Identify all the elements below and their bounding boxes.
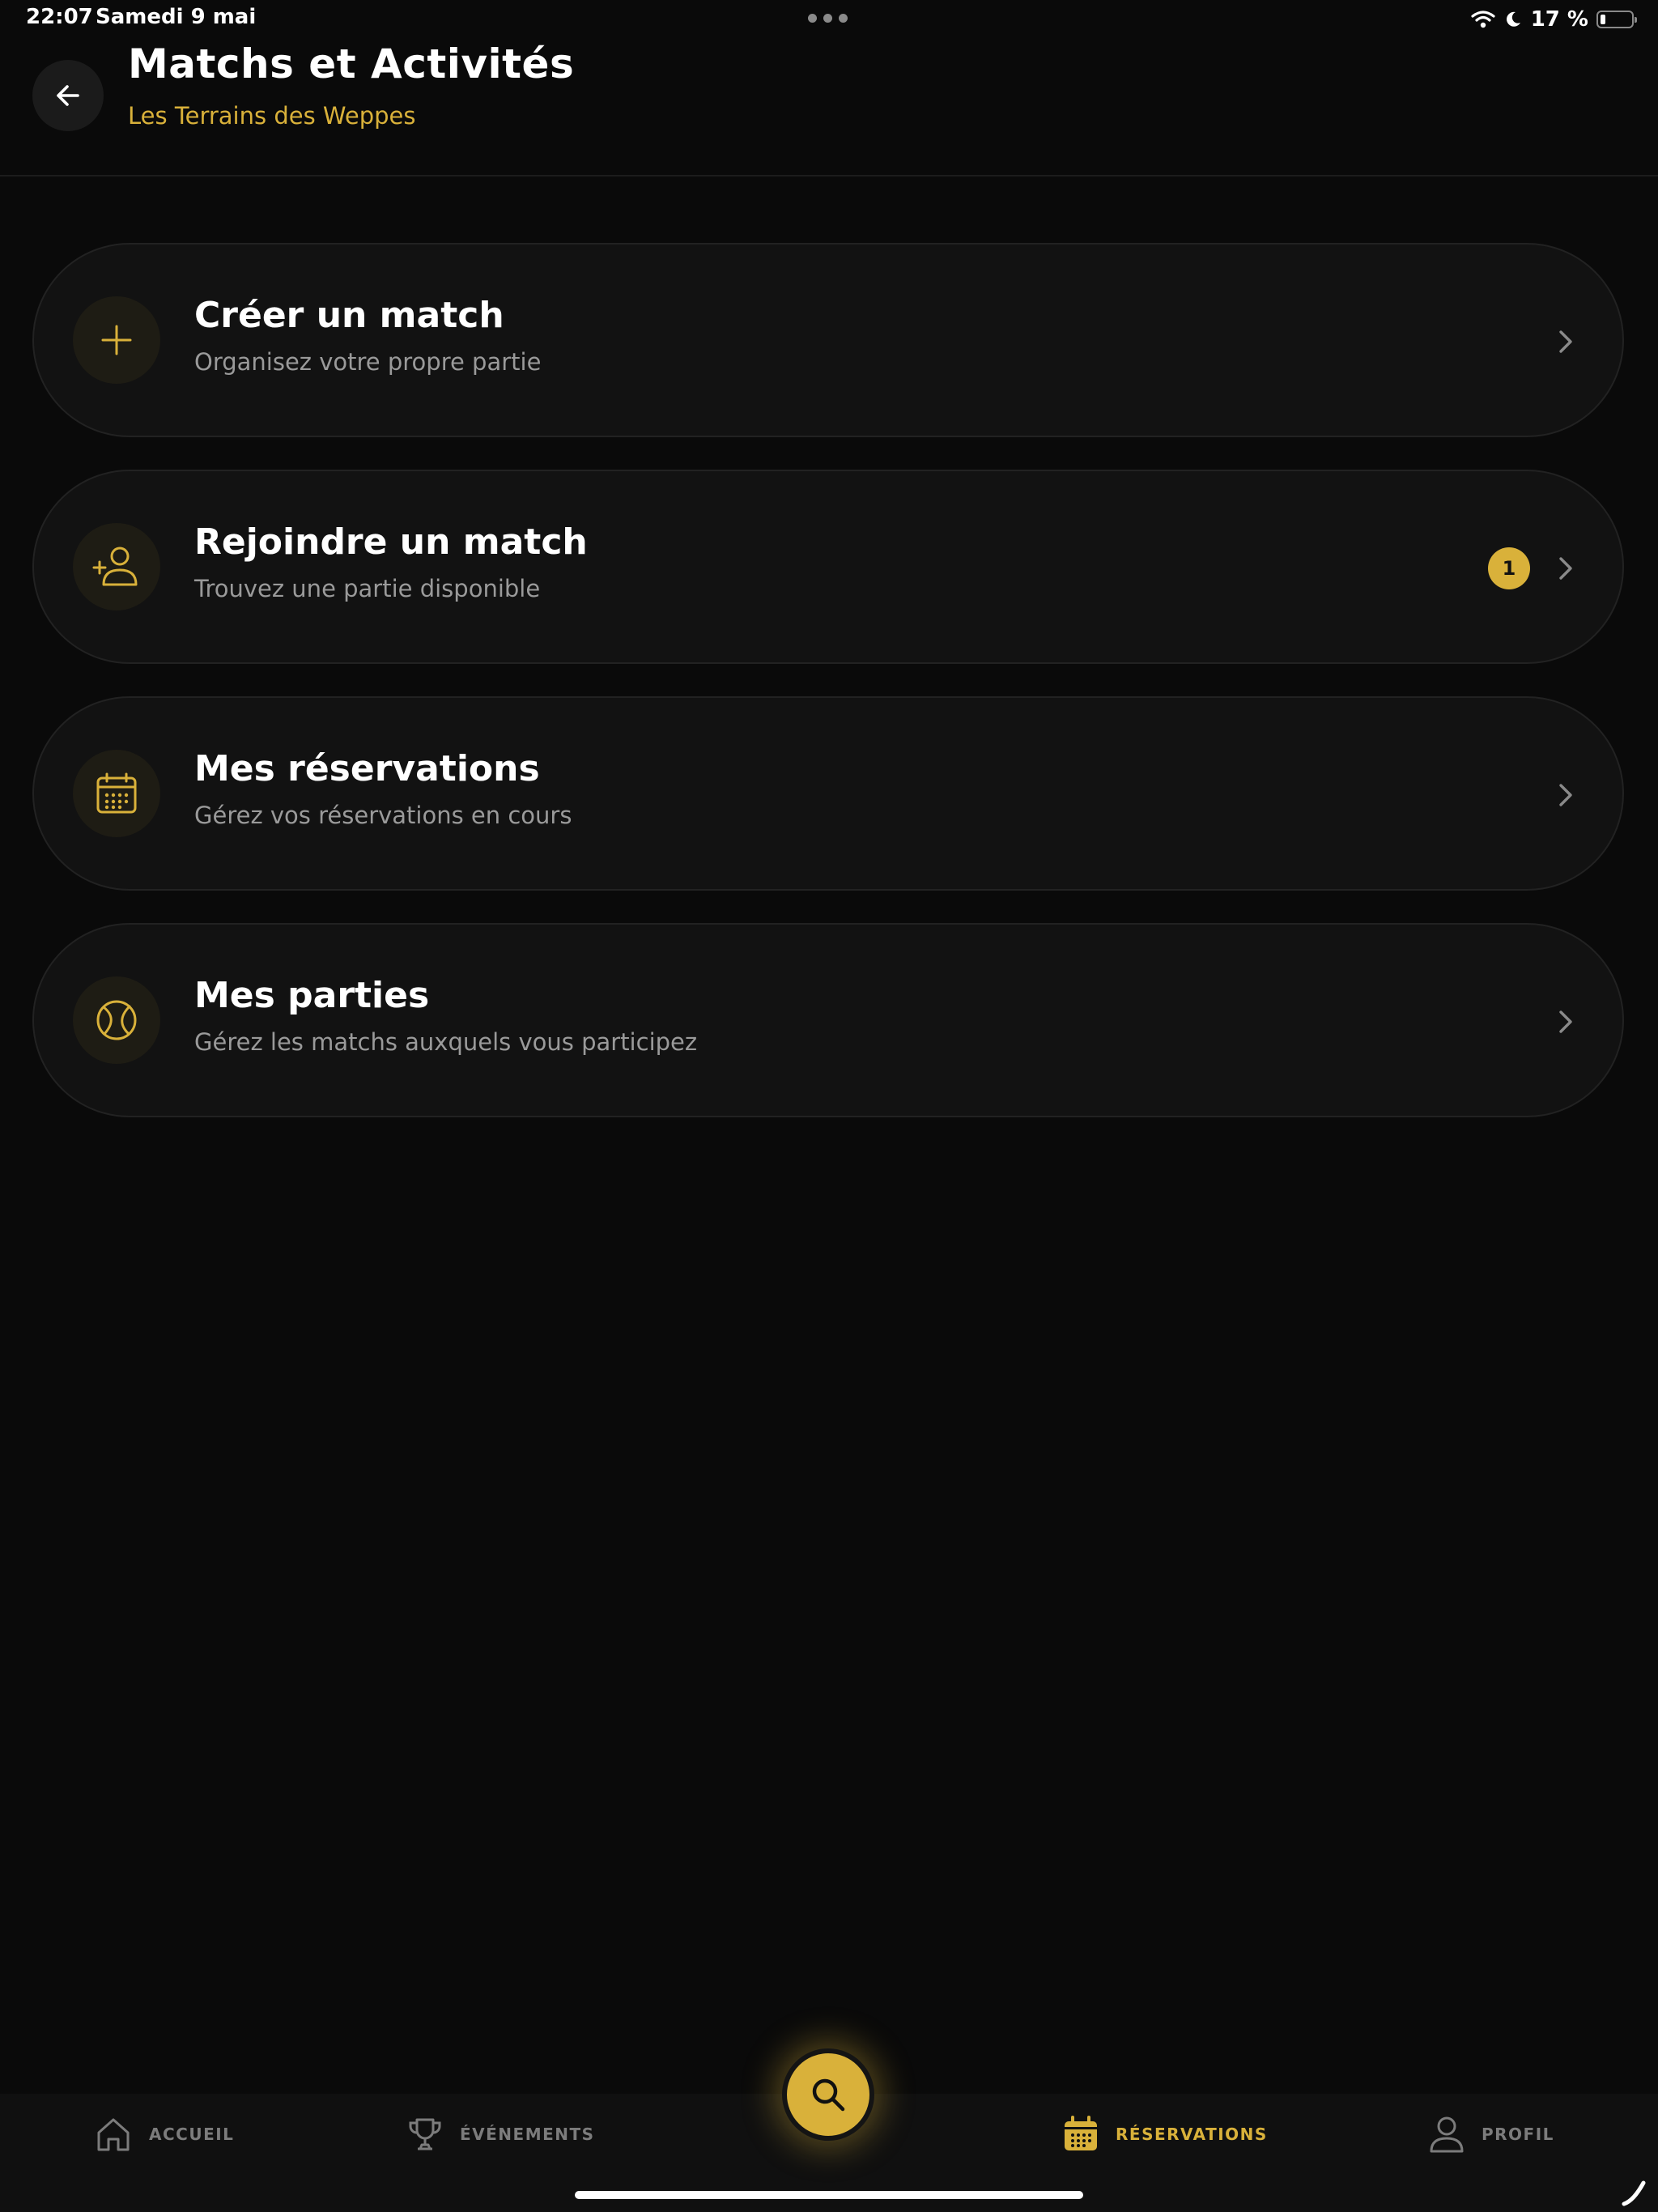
nav-label: PROFIL bbox=[1482, 2125, 1554, 2144]
back-button[interactable] bbox=[32, 60, 104, 131]
battery-icon bbox=[1596, 11, 1637, 28]
card-description: Gérez les matchs auxquels vous participe… bbox=[194, 1028, 698, 1056]
create-match-card[interactable]: Créer un match Organisez votre propre pa… bbox=[32, 243, 1624, 437]
chevron-right-icon bbox=[1550, 325, 1582, 358]
moon-icon bbox=[1506, 11, 1520, 27]
status-indicators: 17 % bbox=[1471, 6, 1637, 32]
card-icon-circle bbox=[73, 750, 160, 837]
arrow-left-icon bbox=[57, 85, 79, 106]
chevron-right-icon bbox=[1550, 779, 1582, 811]
nav-label: ACCUEIL bbox=[149, 2125, 235, 2144]
nav-label: ÉVÉNEMENTS bbox=[460, 2125, 595, 2144]
nav-label: RÉSERVATIONS bbox=[1116, 2125, 1268, 2144]
nav-item-reservations[interactable]: RÉSERVATIONS bbox=[1062, 2112, 1268, 2157]
card-description: Trouvez une partie disponible bbox=[194, 575, 541, 602]
tennis-ball-icon bbox=[96, 1000, 137, 1040]
card-description: Gérez vos réservations en cours bbox=[194, 802, 572, 829]
plus-icon bbox=[101, 325, 132, 355]
card-title: Mes réservations bbox=[194, 748, 540, 789]
status-time: 22:07 bbox=[26, 5, 93, 29]
calendar-icon bbox=[1065, 2116, 1097, 2150]
chevron-right-icon bbox=[1550, 552, 1582, 585]
page-subtitle: Les Terrains des Weppes bbox=[128, 102, 416, 130]
status-date: Samedi 9 mai bbox=[96, 5, 257, 29]
search-icon bbox=[812, 2078, 845, 2112]
home-icon bbox=[97, 2118, 130, 2151]
card-title: Mes parties bbox=[194, 975, 430, 1016]
menu-cards: Créer un match Organisez votre propre pa… bbox=[32, 243, 1624, 1150]
card-icon-circle bbox=[73, 976, 160, 1064]
wifi-icon bbox=[1471, 11, 1495, 28]
battery-percent: 17 % bbox=[1530, 7, 1588, 32]
card-icon-circle bbox=[73, 296, 160, 384]
my-reservations-card[interactable]: Mes réservations Gérez vos réservations … bbox=[32, 696, 1624, 891]
home-indicator[interactable] bbox=[575, 2191, 1083, 2199]
card-icon-circle bbox=[73, 523, 160, 610]
card-description: Organisez votre propre partie bbox=[194, 348, 542, 376]
calendar-icon bbox=[96, 772, 137, 814]
join-match-card[interactable]: Rejoindre un match Trouvez une partie di… bbox=[32, 470, 1624, 664]
app-screen: 22:07 Samedi 9 mai 17 % Matchs et Activi… bbox=[0, 0, 1658, 2212]
page-title: Matchs et Activités bbox=[128, 40, 575, 87]
search-button[interactable] bbox=[782, 2048, 874, 2141]
user-plus-icon bbox=[92, 547, 138, 586]
nav-item-profile[interactable]: PROFIL bbox=[1428, 2112, 1554, 2157]
page-header: Matchs et Activités Les Terrains des Wep… bbox=[0, 39, 1658, 177]
nav-item-events[interactable]: ÉVÉNEMENTS bbox=[406, 2112, 595, 2157]
trophy-icon bbox=[409, 2118, 441, 2150]
status-bar: 22:07 Samedi 9 mai 17 % bbox=[0, 0, 1658, 39]
card-title: Rejoindre un match bbox=[194, 521, 588, 563]
battery-level-fill bbox=[1601, 15, 1605, 24]
card-title: Créer un match bbox=[194, 295, 504, 336]
user-icon bbox=[1430, 2116, 1464, 2153]
pencil-corner-icon bbox=[1622, 2180, 1646, 2206]
my-games-card[interactable]: Mes parties Gérez les matchs auxquels vo… bbox=[32, 923, 1624, 1117]
chevron-right-icon bbox=[1550, 1006, 1582, 1038]
nav-item-home[interactable]: ACCUEIL bbox=[94, 2112, 234, 2157]
notification-badge: 1 bbox=[1488, 547, 1530, 589]
multitasking-dots-icon[interactable] bbox=[808, 14, 848, 23]
